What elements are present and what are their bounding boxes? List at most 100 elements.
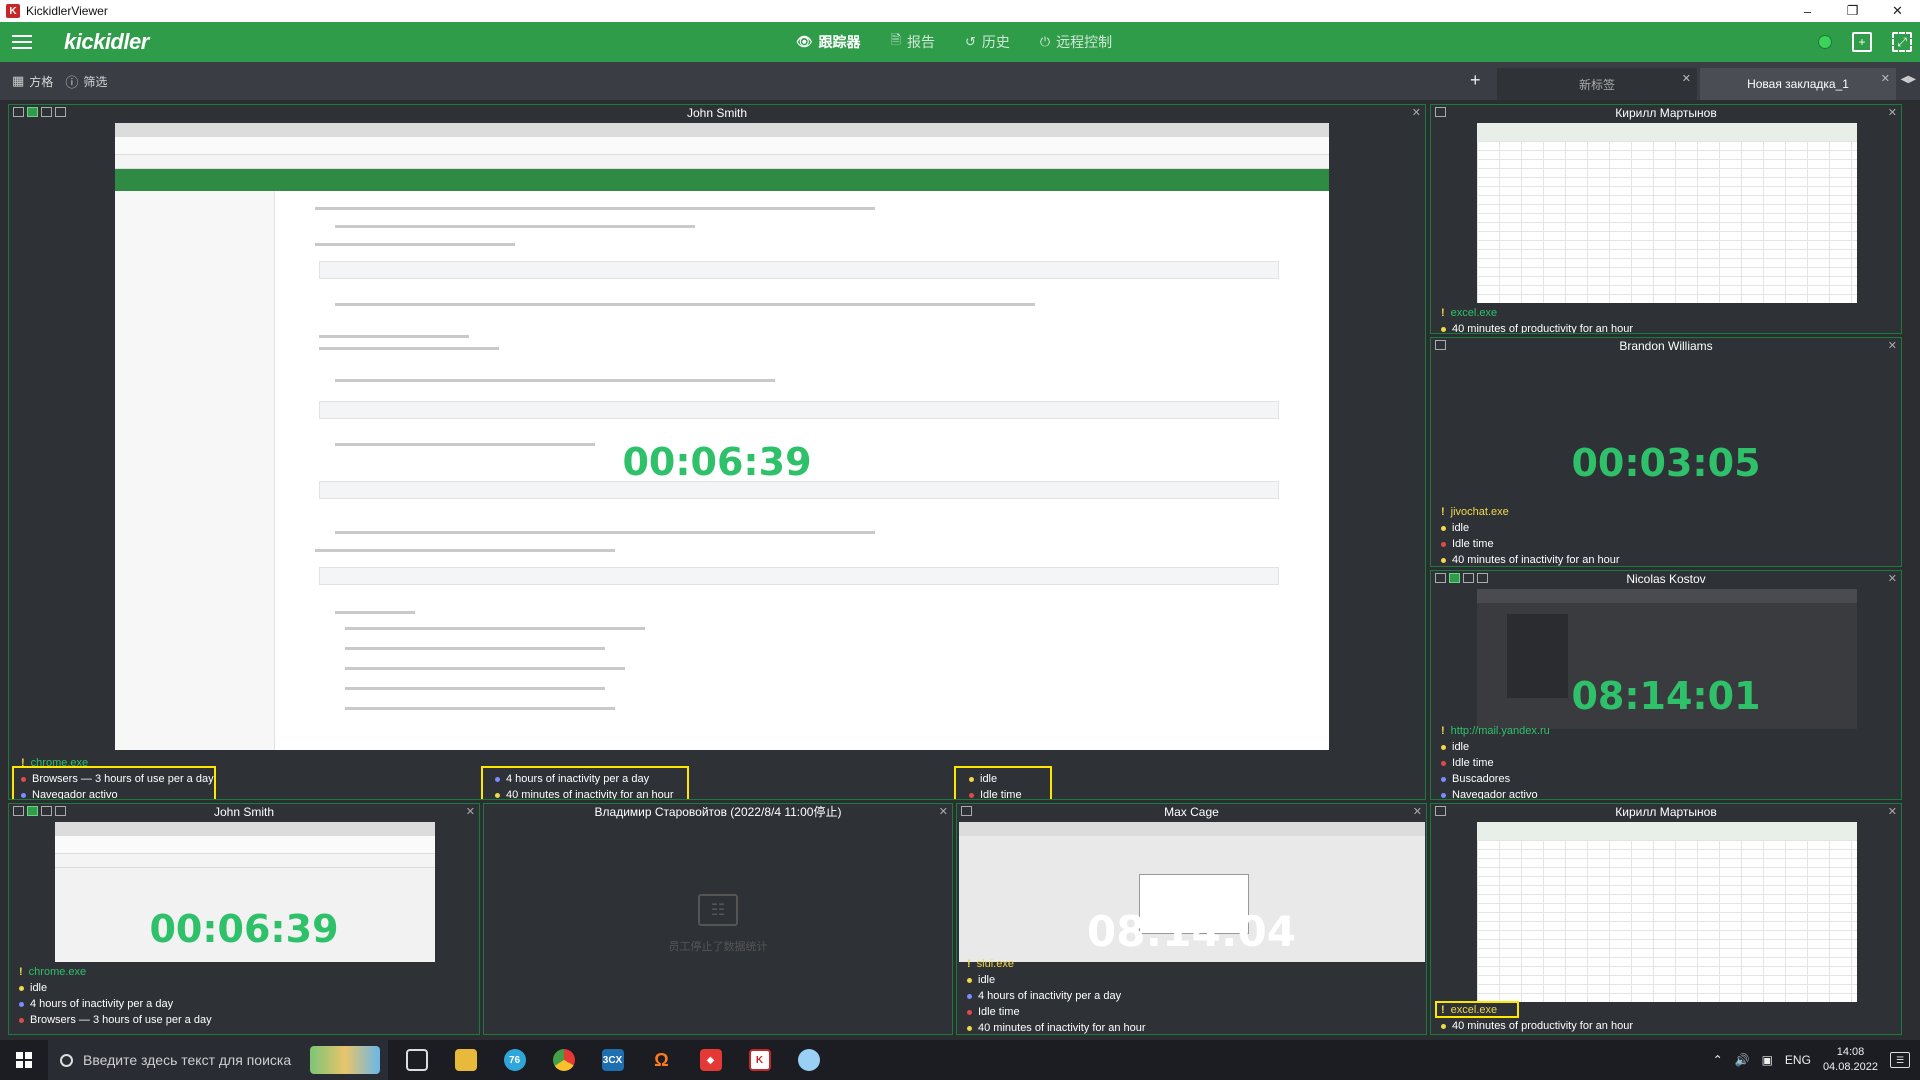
add-tab-button[interactable]: +	[1470, 70, 1481, 91]
stat-label: Browsers — 3 hours of use per a day	[30, 1014, 212, 1026]
nav-tracker[interactable]: 👁 跟踪器	[796, 32, 861, 52]
tile-mode-icons[interactable]	[13, 107, 66, 117]
nav-remote-control[interactable]: ⏻ 远程控制	[1040, 32, 1112, 52]
windows-taskbar: Введите здесь текст для поиска 76 3CX Ω …	[0, 1040, 1920, 1080]
tile-mode-icons[interactable]	[1435, 340, 1446, 350]
tile-header: Max Cage ✕	[957, 804, 1426, 821]
palette-icon	[797, 1049, 820, 1071]
remote-screen	[115, 123, 1329, 750]
stat-label: Idle time	[1452, 538, 1494, 550]
process-name: jivochat.exe	[1450, 506, 1509, 518]
history-icon: ↺	[964, 34, 976, 49]
add-window-icon[interactable]: +	[1852, 32, 1872, 52]
tile-mode-icons[interactable]	[961, 806, 972, 816]
close-icon[interactable]: ✕	[939, 804, 948, 821]
close-icon[interactable]: ✕	[1682, 72, 1691, 85]
process-name: chrome.exe	[28, 966, 87, 978]
notification-icon[interactable]: ☰	[1890, 1052, 1910, 1068]
employee-name: John Smith	[213, 805, 275, 819]
tab-scroll-arrows-icon[interactable]: ◀▶	[1901, 74, 1916, 85]
telegram-button[interactable]: 76	[490, 1040, 539, 1080]
stat-label: 40 minutes of productivity for an hour	[1452, 323, 1633, 334]
tile-mode-icons[interactable]	[13, 806, 66, 816]
remote-screen	[1477, 123, 1857, 303]
tile-main[interactable]: John Smith ✕ 00:06:39 ! chrome.exe Brows…	[8, 104, 1426, 800]
filter-button[interactable]: ⓘ 筛选	[65, 72, 107, 91]
clock-date: 04.08.2022	[1822, 1061, 1878, 1073]
close-window-button[interactable]: ✕	[1875, 0, 1920, 22]
nav-reports[interactable]: 🗎 报告	[891, 31, 935, 53]
chevron-up-icon[interactable]: ⌃	[1713, 1053, 1723, 1067]
tile-header: Brandon Williams ✕	[1431, 338, 1901, 355]
tab-bookmark-1[interactable]: Новая закладка_1 ✕	[1700, 68, 1896, 100]
process-info: ! chrome.exe idle 4 hours of inactivity p…	[19, 966, 212, 1026]
fullscreen-icon[interactable]: ⤢	[1892, 32, 1912, 52]
process-name: http://mail.yandex.ru	[1450, 725, 1550, 737]
task-view-button[interactable]	[392, 1040, 441, 1080]
close-icon[interactable]: ✕	[1413, 804, 1422, 821]
stat-label: idle	[978, 974, 996, 986]
stat-label: Navegador activo	[1452, 789, 1538, 800]
process-info: ! jivochat.exe idle Idle time 40 minutes …	[1441, 506, 1620, 566]
close-icon[interactable]: ✕	[1888, 804, 1897, 821]
filter-label: 筛选	[83, 74, 108, 89]
headset-app-button[interactable]: Ω	[637, 1040, 686, 1080]
tile-b3[interactable]: Max Cage ✕ 08:14:04 ! slui.exe idle 4 hou…	[956, 803, 1427, 1035]
minimize-button[interactable]: –	[1785, 0, 1830, 22]
windows-logo-icon	[16, 1052, 32, 1068]
process-name: excel.exe	[1450, 307, 1498, 319]
tile-header: Владимир Старовойтов (2022/8/4 11:00停止) …	[484, 804, 952, 821]
3cx-button[interactable]: 3CX	[588, 1040, 637, 1080]
highlight-box	[954, 766, 1052, 799]
tile-r2[interactable]: Brandon Williams ✕ 00:03:05 ! jivochat.ex…	[1430, 337, 1902, 567]
hamburger-menu-icon[interactable]	[0, 22, 44, 62]
tile-r1[interactable]: Кирилл Мартынов ✕ ! excel.exe 40 minutes …	[1430, 104, 1902, 334]
kickidler-taskbar-button[interactable]: K	[735, 1040, 784, 1080]
taskbar-clock[interactable]: 14:08 04.08.2022	[1823, 1045, 1878, 1075]
3cx-icon: 3CX	[601, 1049, 624, 1071]
input-language[interactable]: ENG	[1785, 1053, 1811, 1067]
headset-icon: Ω	[654, 1049, 669, 1070]
tile-mode-icons[interactable]	[1435, 107, 1446, 117]
close-icon[interactable]: ✕	[466, 804, 475, 821]
tile-b1[interactable]: John Smith ✕ 00:06:39 ! chrome.exe idle 4…	[8, 803, 480, 1035]
tile-header: Кирилл Мартынов ✕	[1431, 105, 1901, 122]
start-button[interactable]	[0, 1040, 48, 1080]
employee-name: Владимир Старовойтов (2022/8/4 11:00停止)	[594, 805, 842, 819]
grid-button[interactable]: ▦ 方格	[12, 73, 53, 90]
close-icon[interactable]: ✕	[1888, 571, 1897, 588]
chrome-button[interactable]	[539, 1040, 588, 1080]
tab-new[interactable]: 新标签 ✕	[1497, 68, 1697, 100]
close-icon[interactable]: ✕	[1412, 105, 1421, 122]
search-placeholder: Введите здесь текст для поиска	[83, 1052, 292, 1068]
tile-mode-icons[interactable]	[1435, 806, 1446, 816]
close-icon[interactable]: ✕	[1881, 72, 1890, 85]
stat-label: idle	[30, 982, 48, 994]
stat-label: 40 minutes of productivity for an hour	[1452, 1020, 1633, 1032]
network-icon[interactable]: ▣	[1762, 1053, 1773, 1067]
grid-icon: ▦	[12, 73, 25, 88]
nav-tracker-label: 跟踪器	[818, 34, 861, 50]
tile-mode-icons[interactable]	[1435, 573, 1488, 583]
tile-b4[interactable]: Кирилл Мартынов ✕ ! excel.exe 40 minutes …	[1430, 803, 1902, 1035]
tile-b2[interactable]: Владимир Старовойтов (2022/8/4 11:00停止) …	[483, 803, 953, 1035]
anydesk-button[interactable]: ◆	[686, 1040, 735, 1080]
stat-label: 40 minutes of inactivity for an hour	[978, 1022, 1146, 1034]
paint-button[interactable]	[784, 1040, 833, 1080]
tile-r3[interactable]: Nicolas Kostov ✕ 08:14:01 ! http://mail.y…	[1430, 570, 1902, 800]
nav-history[interactable]: ↺ 历史	[965, 32, 1010, 52]
stat-label: 40 minutes of inactivity for an hour	[1452, 554, 1620, 566]
close-icon[interactable]: ✕	[1888, 105, 1897, 122]
volume-icon[interactable]: 🔊	[1735, 1053, 1750, 1067]
nav-history-label: 历史	[981, 34, 1010, 50]
employee-name: John Smith	[686, 106, 748, 120]
tile-header: John Smith ✕	[9, 105, 1425, 122]
restore-button[interactable]: ❐	[1830, 0, 1875, 22]
telegram-badge: 76	[508, 1054, 521, 1066]
sub-toolbar: ▦ 方格 ⓘ 筛选 + 新标签 ✕ Новая закладка_1 ✕ ◀▶	[0, 62, 1920, 100]
taskbar-search[interactable]: Введите здесь текст для поиска	[48, 1040, 388, 1080]
file-explorer-button[interactable]	[441, 1040, 490, 1080]
close-icon[interactable]: ✕	[1888, 338, 1897, 355]
employee-name: Brandon Williams	[1619, 339, 1713, 353]
tile-header: Кирилл Мартынов ✕	[1431, 804, 1901, 821]
